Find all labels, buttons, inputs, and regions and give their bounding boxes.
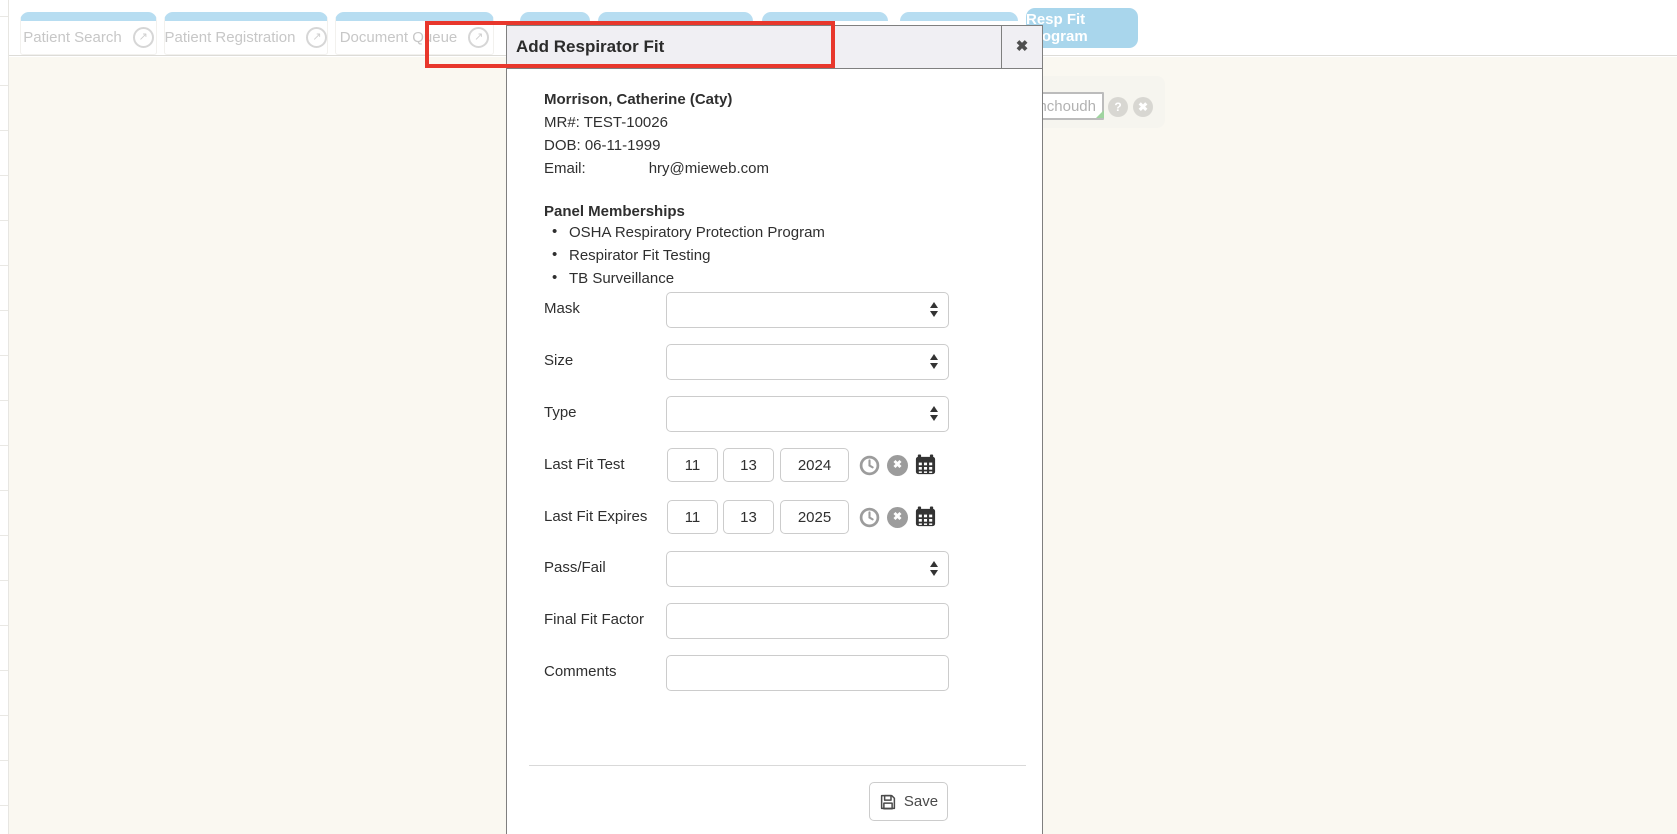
- tab-document-queue[interactable]: Document Queue ↗: [335, 12, 494, 55]
- mask-label: Mask: [544, 300, 580, 317]
- autocomplete-indicator: [1096, 110, 1104, 118]
- email-label: Email:: [544, 160, 586, 177]
- add-respirator-fit-dialog: Add Respirator Fit ✖ Morrison, Catherine…: [506, 25, 1043, 834]
- screen: Patient Search ↗ Patient Registration ↗ …: [0, 0, 1677, 834]
- arrow-glyph: ↗: [474, 31, 483, 43]
- patient-dob: DOB: 06-11-1999: [544, 136, 660, 156]
- mask-select[interactable]: [666, 292, 949, 328]
- panel-membership-item: OSHA Respiratory Protection Program: [544, 225, 825, 241]
- arrow-glyph: ↗: [139, 31, 148, 43]
- arrow-glyph: ↗: [312, 31, 321, 43]
- type-label: Type: [544, 404, 577, 421]
- tab-label: Patient Registration: [165, 29, 296, 46]
- tab-label: Document Queue: [340, 29, 458, 46]
- select-arrows-icon: [930, 354, 938, 369]
- footer-divider: [529, 765, 1026, 766]
- panel-membership-item: Respirator Fit Testing: [544, 248, 825, 264]
- last-fit-expires-day-input[interactable]: [723, 500, 774, 534]
- patient-email-row: Email: hry@mieweb.com: [544, 159, 769, 179]
- calendar-icon[interactable]: [914, 453, 935, 474]
- left-rail: [0, 0, 9, 834]
- panel-memberships-heading: Panel Memberships: [544, 202, 685, 222]
- patient-mr: MR#: TEST-10026: [544, 113, 668, 133]
- save-icon: [879, 793, 897, 811]
- save-button[interactable]: Save: [869, 782, 948, 821]
- dialog-header: Add Respirator Fit ✖: [507, 26, 1042, 69]
- clock-icon[interactable]: [859, 507, 880, 528]
- comments-input[interactable]: [666, 655, 949, 691]
- tab-patient-search[interactable]: Patient Search ↗: [20, 12, 157, 55]
- clear-search-icon[interactable]: ✖: [1133, 97, 1153, 117]
- patient-name: Morrison, Catherine (Caty): [544, 90, 732, 110]
- clear-date-icon[interactable]: ✖: [887, 455, 908, 476]
- tab-label: Patient Search: [23, 29, 121, 46]
- last-fit-expires-label: Last Fit Expires: [544, 508, 647, 525]
- last-fit-expires-year-input[interactable]: [780, 500, 849, 534]
- size-select[interactable]: [666, 344, 949, 380]
- final-fit-factor-input[interactable]: [666, 603, 949, 639]
- last-fit-test-day-input[interactable]: [723, 448, 774, 482]
- open-in-new-window-icon[interactable]: ↗: [468, 27, 489, 48]
- clear-date-icon[interactable]: ✖: [887, 507, 908, 528]
- pass-fail-label: Pass/Fail: [544, 559, 606, 576]
- open-in-new-window-icon[interactable]: ↗: [133, 27, 154, 48]
- select-arrows-icon: [930, 406, 938, 421]
- open-in-new-window-icon[interactable]: ↗: [306, 27, 327, 48]
- help-icon[interactable]: ?: [1108, 97, 1128, 117]
- size-label: Size: [544, 352, 573, 369]
- save-label: Save: [904, 793, 938, 810]
- final-fit-factor-label: Final Fit Factor: [544, 611, 644, 628]
- select-arrows-icon: [930, 561, 938, 576]
- dialog-title: Add Respirator Fit: [516, 37, 664, 57]
- tab-patient-registration[interactable]: Patient Registration ↗: [164, 12, 328, 55]
- email-value: hry@mieweb.com: [649, 159, 769, 179]
- clock-icon[interactable]: [859, 455, 880, 476]
- panel-membership-item: TB Surveillance: [544, 271, 825, 287]
- close-icon[interactable]: ✖: [1001, 26, 1042, 68]
- calendar-icon[interactable]: [914, 505, 935, 526]
- type-select[interactable]: [666, 396, 949, 432]
- select-arrows-icon: [930, 302, 938, 317]
- last-fit-expires-month-input[interactable]: [667, 500, 718, 534]
- comments-label: Comments: [544, 663, 617, 680]
- last-fit-test-month-input[interactable]: [667, 448, 718, 482]
- last-fit-test-label: Last Fit Test: [544, 456, 625, 473]
- pass-fail-select[interactable]: [666, 551, 949, 587]
- last-fit-test-year-input[interactable]: [780, 448, 849, 482]
- panel-memberships-list: OSHA Respiratory Protection Program Resp…: [544, 225, 825, 294]
